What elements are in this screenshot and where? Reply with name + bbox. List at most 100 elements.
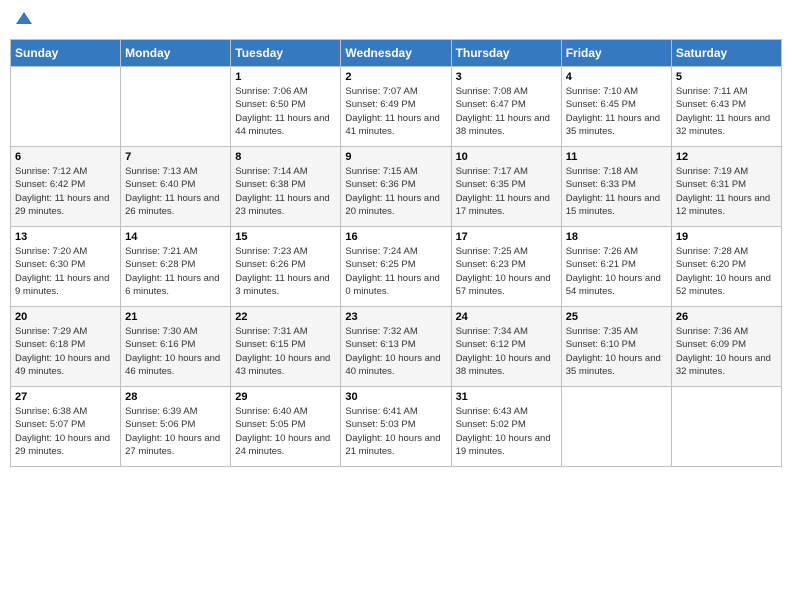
day-info: Sunrise: 7:13 AMSunset: 6:40 PMDaylight:… [125, 165, 226, 218]
page-header [10, 10, 782, 31]
day-number: 4 [566, 71, 667, 83]
day-info: Sunrise: 7:11 AMSunset: 6:43 PMDaylight:… [676, 85, 777, 138]
calendar-day-cell: 22Sunrise: 7:31 AMSunset: 6:15 PMDayligh… [231, 307, 341, 387]
calendar-day-cell: 31 Sunrise: 6:43 AMSunset: 5:02 PMDayligh… [451, 387, 561, 467]
day-info: Sunrise: 7:31 AMSunset: 6:15 PMDaylight:… [235, 325, 336, 378]
day-number: 12 [676, 151, 777, 163]
day-info: Sunrise: 7:15 AMSunset: 6:36 PMDaylight:… [345, 165, 446, 218]
calendar-table: SundayMondayTuesdayWednesdayThursdayFrid… [10, 39, 782, 467]
day-number: 15 [235, 231, 336, 243]
day-number: 31 [456, 391, 557, 403]
calendar-day-cell: 8 Sunrise: 7:14 AMSunset: 6:38 PMDaylight… [231, 147, 341, 227]
day-number: 2 [345, 71, 446, 83]
day-info: Sunrise: 7:32 AMSunset: 6:13 PMDaylight:… [345, 325, 446, 378]
calendar-week-row: 6 Sunrise: 7:12 AMSunset: 6:42 PMDaylight… [11, 147, 782, 227]
day-info: Sunrise: 7:36 AMSunset: 6:09 PMDaylight:… [676, 325, 777, 378]
calendar-day-cell: 6 Sunrise: 7:12 AMSunset: 6:42 PMDaylight… [11, 147, 121, 227]
day-number: 1 [235, 71, 336, 83]
day-number: 16 [345, 231, 446, 243]
day-number: 28 [125, 391, 226, 403]
calendar-day-cell: 18 Sunrise: 7:26 AMSunset: 6:21 PMDayligh… [561, 227, 671, 307]
day-info: Sunrise: 7:18 AMSunset: 6:33 PMDaylight:… [566, 165, 667, 218]
day-of-week-header: Friday [561, 40, 671, 67]
day-info: Sunrise: 7:25 AMSunset: 6:23 PMDaylight:… [456, 245, 557, 298]
day-number: 23 [345, 311, 446, 323]
calendar-week-row: 27 Sunrise: 6:38 AMSunset: 5:07 PMDayligh… [11, 387, 782, 467]
day-info: Sunrise: 7:12 AMSunset: 6:42 PMDaylight:… [15, 165, 116, 218]
calendar-day-cell: 26 Sunrise: 7:36 AMSunset: 6:09 PMDayligh… [671, 307, 781, 387]
calendar-day-cell: 30 Sunrise: 6:41 AMSunset: 5:03 PMDayligh… [341, 387, 451, 467]
calendar-day-cell: 15 Sunrise: 7:23 AMSunset: 6:26 PMDayligh… [231, 227, 341, 307]
calendar-day-cell [121, 67, 231, 147]
day-info: Sunrise: 7:14 AMSunset: 6:38 PMDaylight:… [235, 165, 336, 218]
calendar-day-cell: 9 Sunrise: 7:15 AMSunset: 6:36 PMDaylight… [341, 147, 451, 227]
day-info: Sunrise: 7:17 AMSunset: 6:35 PMDaylight:… [456, 165, 557, 218]
day-number: 8 [235, 151, 336, 163]
calendar-day-cell: 25 Sunrise: 7:35 AMSunset: 6:10 PMDayligh… [561, 307, 671, 387]
day-number: 6 [15, 151, 116, 163]
day-of-week-header: Tuesday [231, 40, 341, 67]
day-info: Sunrise: 7:23 AMSunset: 6:26 PMDaylight:… [235, 245, 336, 298]
day-number: 29 [235, 391, 336, 403]
calendar-day-cell: 29 Sunrise: 6:40 AMSunset: 5:05 PMDayligh… [231, 387, 341, 467]
day-info: Sunrise: 7:26 AMSunset: 6:21 PMDaylight:… [566, 245, 667, 298]
day-number: 25 [566, 311, 667, 323]
day-info: Sunrise: 6:41 AMSunset: 5:03 PMDaylight:… [345, 405, 446, 458]
calendar-day-cell: 27 Sunrise: 6:38 AMSunset: 5:07 PMDayligh… [11, 387, 121, 467]
day-info: Sunrise: 7:08 AMSunset: 6:47 PMDaylight:… [456, 85, 557, 138]
day-number: 3 [456, 71, 557, 83]
day-info: Sunrise: 6:43 AMSunset: 5:02 PMDaylight:… [456, 405, 557, 458]
calendar-day-cell: 17Sunrise: 7:25 AMSunset: 6:23 PMDayligh… [451, 227, 561, 307]
calendar-day-cell: 4 Sunrise: 7:10 AMSunset: 6:45 PMDaylight… [561, 67, 671, 147]
day-info: Sunrise: 7:07 AMSunset: 6:49 PMDaylight:… [345, 85, 446, 138]
day-info: Sunrise: 6:38 AMSunset: 5:07 PMDaylight:… [15, 405, 116, 458]
day-number: 19 [676, 231, 777, 243]
day-info: Sunrise: 7:19 AMSunset: 6:31 PMDaylight:… [676, 165, 777, 218]
calendar-week-row: 20 Sunrise: 7:29 AMSunset: 6:18 PMDayligh… [11, 307, 782, 387]
calendar-day-cell: 3 Sunrise: 7:08 AMSunset: 6:47 PMDaylight… [451, 67, 561, 147]
calendar-day-cell: 5 Sunrise: 7:11 AMSunset: 6:43 PMDaylight… [671, 67, 781, 147]
day-info: Sunrise: 7:28 AMSunset: 6:20 PMDaylight:… [676, 245, 777, 298]
calendar-day-cell: 16 Sunrise: 7:24 AMSunset: 6:25 PMDayligh… [341, 227, 451, 307]
day-info: Sunrise: 7:21 AMSunset: 6:28 PMDaylight:… [125, 245, 226, 298]
day-of-week-header: Monday [121, 40, 231, 67]
day-of-week-header: Saturday [671, 40, 781, 67]
calendar-day-cell: 11Sunrise: 7:18 AMSunset: 6:33 PMDayligh… [561, 147, 671, 227]
calendar-day-cell: 14 Sunrise: 7:21 AMSunset: 6:28 PMDayligh… [121, 227, 231, 307]
day-info: Sunrise: 7:30 AMSunset: 6:16 PMDaylight:… [125, 325, 226, 378]
calendar-day-cell: 21 Sunrise: 7:30 AMSunset: 6:16 PMDayligh… [121, 307, 231, 387]
calendar-day-cell [671, 387, 781, 467]
calendar-day-cell: 7 Sunrise: 7:13 AMSunset: 6:40 PMDaylight… [121, 147, 231, 227]
day-number: 20 [15, 311, 116, 323]
day-of-week-header: Thursday [451, 40, 561, 67]
calendar-header-row: SundayMondayTuesdayWednesdayThursdayFrid… [11, 40, 782, 67]
day-info: Sunrise: 7:06 AMSunset: 6:50 PMDaylight:… [235, 85, 336, 138]
calendar-day-cell: 28 Sunrise: 6:39 AMSunset: 5:06 PMDayligh… [121, 387, 231, 467]
calendar-day-cell: 12 Sunrise: 7:19 AMSunset: 6:31 PMDayligh… [671, 147, 781, 227]
day-number: 13 [15, 231, 116, 243]
day-info: Sunrise: 7:35 AMSunset: 6:10 PMDaylight:… [566, 325, 667, 378]
day-info: Sunrise: 6:39 AMSunset: 5:06 PMDaylight:… [125, 405, 226, 458]
day-info: Sunrise: 7:10 AMSunset: 6:45 PMDaylight:… [566, 85, 667, 138]
day-number: 18 [566, 231, 667, 243]
day-number: 26 [676, 311, 777, 323]
day-info: Sunrise: 7:29 AMSunset: 6:18 PMDaylight:… [15, 325, 116, 378]
day-number: 21 [125, 311, 226, 323]
calendar-day-cell [11, 67, 121, 147]
calendar-day-cell: 20 Sunrise: 7:29 AMSunset: 6:18 PMDayligh… [11, 307, 121, 387]
day-number: 5 [676, 71, 777, 83]
day-info: Sunrise: 6:40 AMSunset: 5:05 PMDaylight:… [235, 405, 336, 458]
calendar-day-cell [561, 387, 671, 467]
day-info: Sunrise: 7:24 AMSunset: 6:25 PMDaylight:… [345, 245, 446, 298]
calendar-day-cell: 1 Sunrise: 7:06 AMSunset: 6:50 PMDaylight… [231, 67, 341, 147]
logo [14, 10, 32, 31]
day-of-week-header: Sunday [11, 40, 121, 67]
day-number: 7 [125, 151, 226, 163]
day-number: 24 [456, 311, 557, 323]
day-number: 27 [15, 391, 116, 403]
calendar-day-cell: 24Sunrise: 7:34 AMSunset: 6:12 PMDayligh… [451, 307, 561, 387]
day-number: 9 [345, 151, 446, 163]
day-number: 14 [125, 231, 226, 243]
day-number: 30 [345, 391, 446, 403]
calendar-day-cell: 23 Sunrise: 7:32 AMSunset: 6:13 PMDayligh… [341, 307, 451, 387]
